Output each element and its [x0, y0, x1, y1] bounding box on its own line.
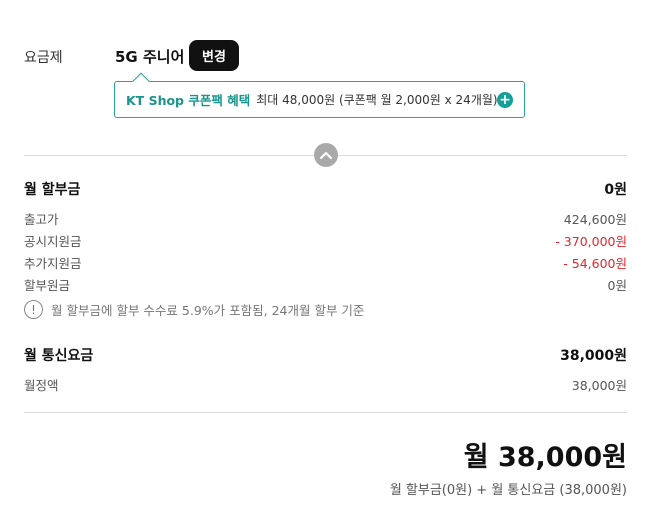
item-value: 38,000원	[571, 378, 627, 393]
list-item: 할부원금 0원	[24, 275, 627, 294]
list-item: 추가지원금 - 54,600원	[24, 253, 627, 272]
list-item: 출고가 424,600원	[24, 209, 627, 228]
coupon-benefit-box[interactable]: KT Shop 쿠폰팩 혜택 최대 48,000원 (쿠폰팩 월 2,000원 …	[114, 81, 525, 118]
communication-total: 38,000원	[560, 348, 627, 364]
item-label: 월정액	[24, 378, 59, 393]
installment-total: 0원	[604, 182, 627, 198]
installment-title: 월 할부금	[24, 182, 81, 198]
coupon-description: 최대 48,000원 (쿠폰팩 월 2,000원 x 24개월)	[256, 93, 498, 107]
summary-divider	[24, 412, 627, 413]
plan-row: 요금제 5G 주니어 변경	[24, 40, 624, 72]
communication-header: 월 통신요금 38,000원	[24, 345, 627, 365]
item-label: 할부원금	[24, 278, 71, 293]
communication-title: 월 통신요금	[24, 348, 94, 364]
item-value: 424,600원	[563, 212, 627, 227]
plus-circle-icon[interactable]: +	[497, 92, 513, 108]
item-value: 0원	[607, 278, 627, 293]
item-label: 출고가	[24, 212, 59, 227]
monthly-total-breakdown: 월 할부금(0원) + 월 통신요금 (38,000원)	[389, 483, 627, 498]
coupon-title: KT Shop 쿠폰팩 혜택	[126, 93, 251, 108]
installment-notice: ! 월 할부금에 할부 수수료 5.9%가 포함됨, 24개월 할부 기준	[24, 300, 364, 319]
chevron-up-icon	[320, 152, 332, 159]
plan-label: 요금제	[24, 50, 63, 66]
notice-text: 월 할부금에 할부 수수료 5.9%가 포함됨, 24개월 할부 기준	[51, 303, 365, 318]
item-value: - 370,000원	[555, 234, 627, 249]
monthly-total-amount: 월 38,000원	[463, 442, 627, 473]
exclamation-circle-icon: !	[24, 300, 43, 319]
plan-name: 5G 주니어	[115, 48, 185, 66]
list-item: 월정액 38,000원	[24, 375, 627, 394]
list-item: 공시지원금 - 370,000원	[24, 231, 627, 250]
change-plan-button[interactable]: 변경	[189, 40, 239, 71]
collapse-toggle-button[interactable]	[314, 143, 338, 167]
item-label: 공시지원금	[24, 234, 82, 249]
item-value: - 54,600원	[563, 256, 627, 271]
installment-header: 월 할부금 0원	[24, 179, 627, 199]
item-label: 추가지원금	[24, 256, 82, 271]
